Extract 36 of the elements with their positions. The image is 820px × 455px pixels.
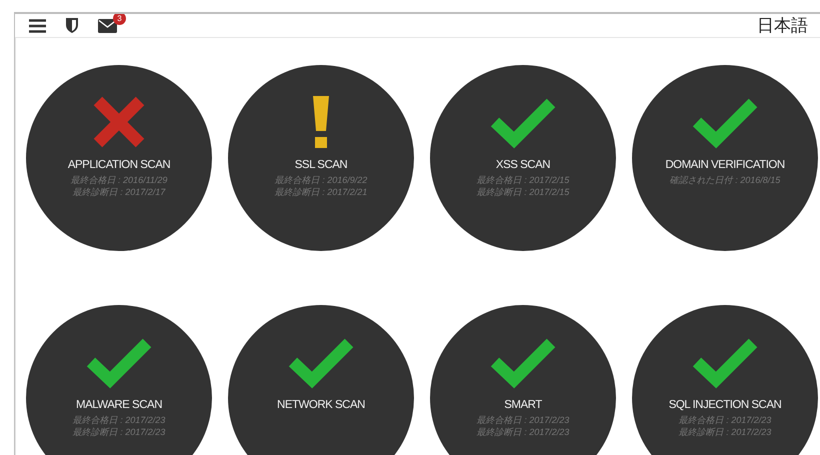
scan-status-card[interactable]: MALWARE SCAN 最終合格日 : 2017/2/23 最終診断日 : 2017/2/23 [26,305,212,455]
notification-badge: 3 [113,14,126,24]
scan-status-card[interactable]: NETWORK SCAN [228,305,414,455]
scan-status-card[interactable]: SMART 最終合格日 : 2017/2/23 最終診断日 : 2017/2/23 [430,305,616,455]
language-selector[interactable]: 日本語 [757,14,808,37]
scan-title: APPLICATION SCAN [68,159,170,171]
scan-date: 最終合格日 : 2017/2/23 [476,415,570,425]
cross-icon [92,95,146,149]
scan-date: 最終診断日 : 2017/2/23 [476,427,570,437]
scan-status-card[interactable]: SQL INJECTION SCAN 最終合格日 : 2017/2/23 最終診断日 : 2017/2/23 [632,305,818,455]
scan-title: NETWORK SCAN [277,399,365,411]
menu-icon[interactable] [29,18,46,32]
scan-title: DOMAIN VERIFICATION [665,159,785,171]
mail-icon[interactable] [98,18,117,32]
scan-date: 最終診断日 : 2017/2/23 [72,427,166,437]
scan-status-card[interactable]: XSS SCAN 最終合格日 : 2017/2/15 最終診断日 : 2017/2/15 [430,65,616,251]
scan-date: 最終診断日 : 2017/2/17 [72,187,166,197]
scan-date: 最終合格日 : 2017/2/23 [72,415,166,425]
scan-title: SMART [504,399,542,411]
scan-date: 最終合格日 : 2017/2/15 [476,175,570,185]
scan-title: SSL SCAN [294,159,348,171]
scan-title: MALWARE SCAN [76,399,162,411]
scan-status-card[interactable]: APPLICATION SCAN 最終合格日 : 2016/11/29 最終診断日 : 2017/2/17 [26,65,212,251]
scan-date: 最終診断日 : 2017/2/23 [678,427,772,437]
scan-status-card[interactable]: SSL SCAN 最終合格日 : 2016/9/22 最終診断日 : 2017/2/21 [228,65,414,251]
shield-icon[interactable] [66,18,78,33]
scan-title: XSS SCAN [496,159,550,171]
scan-date: 最終合格日 : 2017/2/23 [678,415,772,425]
scan-title: SQL INJECTION SCAN [668,399,782,411]
scan-date: 最終診断日 : 2017/2/15 [476,187,570,197]
scan-date: 最終診断日 : 2017/2/21 [274,187,368,197]
scan-status-card[interactable]: DOMAIN VERIFICATION 確認された日付 : 2016/8/15 [632,65,818,251]
exclamation-icon [313,95,329,149]
scan-date: 最終合格日 : 2016/11/29 [70,175,168,185]
scan-date: 確認された日付 : 2016/8/15 [670,175,780,185]
scan-date: 最終合格日 : 2016/9/22 [274,175,368,185]
